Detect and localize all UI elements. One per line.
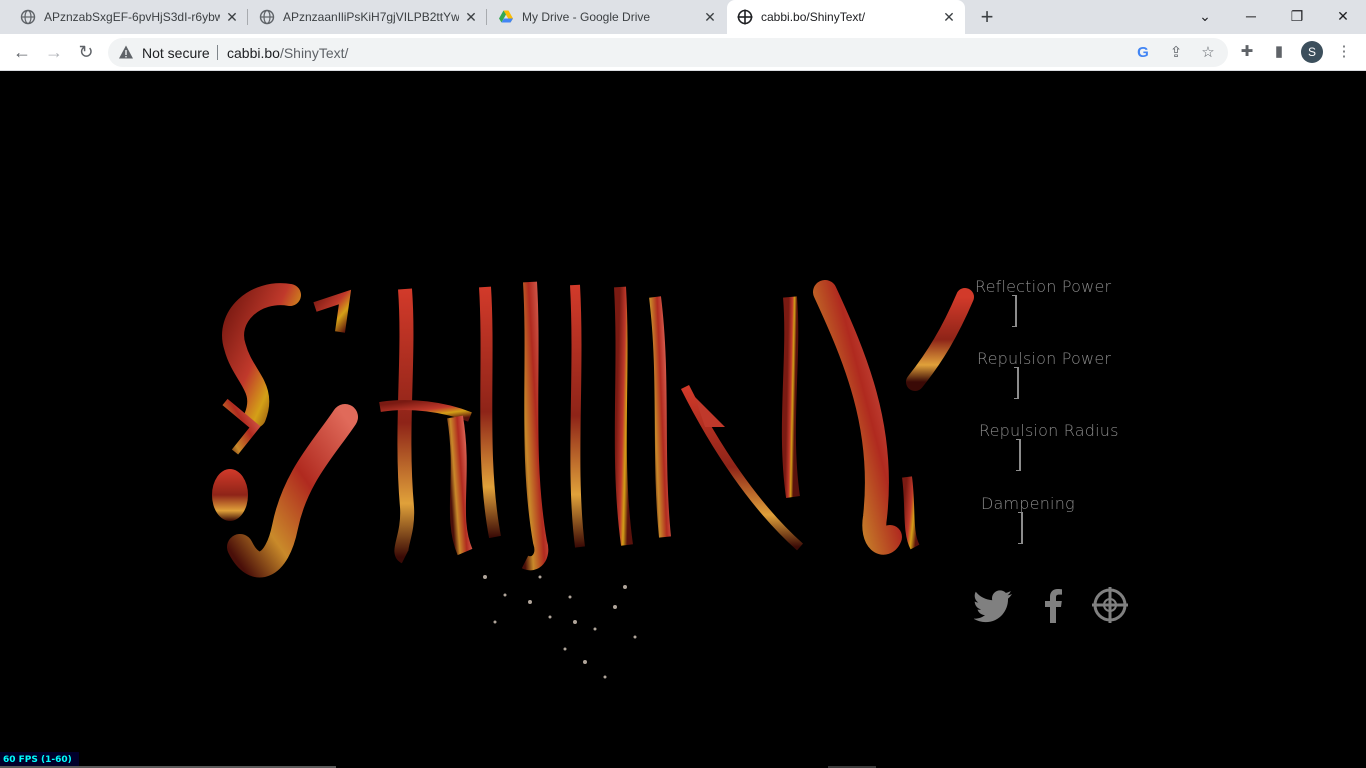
- new-tab-button[interactable]: +: [976, 6, 998, 28]
- letter-n-stroke: [649, 296, 671, 538]
- close-window-button[interactable]: ✕: [1331, 5, 1355, 27]
- letter-y-stroke: [813, 280, 902, 555]
- tab-separator: [486, 9, 487, 25]
- url-text[interactable]: cabbi.bo/ShinyText/: [227, 45, 348, 61]
- letter-y-stroke: [906, 288, 974, 391]
- letter-y-stroke: [902, 476, 920, 550]
- side-panel-icon[interactable]: ▮: [1269, 42, 1289, 62]
- letter-s-stroke: [222, 283, 301, 428]
- tab-title: APznzabSxgEF-6pvHjS3dI-r6ybw: [44, 10, 220, 24]
- globe-icon: [20, 9, 36, 25]
- reload-icon[interactable]: ↻: [74, 40, 98, 64]
- letter-h-stroke: [479, 286, 501, 539]
- letter-i-stroke: [570, 284, 585, 548]
- page-canvas[interactable]: Reflection Power Repulsion Power Repulsi…: [0, 72, 1366, 768]
- control-repulsion-radius[interactable]: Repulsion Radius: [979, 421, 1119, 471]
- letter-s-stroke: [227, 404, 358, 578]
- warning-icon[interactable]: [118, 44, 134, 60]
- particle-debris: [483, 575, 637, 679]
- crosshair-icon[interactable]: [1090, 585, 1130, 625]
- tab-4-active[interactable]: cabbi.bo/ShinyText/ ✕: [727, 0, 965, 34]
- share-icon[interactable]: ⇪: [1167, 44, 1185, 62]
- url-path: /ShinyText/: [279, 45, 349, 61]
- letter-s-stroke: [313, 289, 352, 333]
- slider-bracket[interactable]: [1018, 512, 1023, 544]
- control-dampening[interactable]: Dampening: [981, 494, 1075, 544]
- control-label: Repulsion Power: [977, 349, 1112, 368]
- letter-n-stroke: [781, 296, 800, 498]
- letter-s-blob: [212, 469, 248, 521]
- menu-kebab-icon[interactable]: ⋮: [1334, 42, 1354, 62]
- twitter-icon[interactable]: [974, 585, 1014, 625]
- tab-3[interactable]: My Drive - Google Drive ✕: [488, 0, 726, 34]
- close-icon[interactable]: ✕: [702, 9, 718, 25]
- tab-separator: [247, 9, 248, 25]
- control-repulsion-power[interactable]: Repulsion Power: [977, 349, 1112, 399]
- control-label: Repulsion Radius: [979, 421, 1119, 440]
- google-icon[interactable]: G: [1134, 44, 1152, 62]
- close-icon[interactable]: ✕: [224, 9, 240, 25]
- tab-2[interactable]: APznzaanIliPsKiH7gjVILPB2ttYwd ✕: [249, 0, 487, 34]
- facebook-icon[interactable]: [1033, 585, 1073, 625]
- letter-i-stroke: [521, 281, 549, 571]
- tab-title: My Drive - Google Drive: [522, 10, 651, 24]
- slider-bracket[interactable]: [1016, 439, 1021, 471]
- control-reflection-power[interactable]: Reflection Power: [975, 277, 1112, 327]
- divider: [217, 45, 218, 60]
- bookmark-star-icon[interactable]: ☆: [1199, 44, 1217, 62]
- restore-button[interactable]: ❐: [1285, 5, 1309, 27]
- control-label: Reflection Power: [975, 277, 1112, 296]
- tab-search-icon[interactable]: ⌄: [1193, 5, 1217, 27]
- close-icon[interactable]: ✕: [463, 9, 479, 25]
- letter-h-stroke: [447, 415, 473, 556]
- slider-bracket[interactable]: [1014, 367, 1019, 399]
- close-icon[interactable]: ✕: [941, 9, 957, 25]
- letter-h-stroke: [394, 288, 415, 564]
- crosshair-globe-icon: [737, 9, 753, 25]
- avatar[interactable]: S: [1301, 41, 1323, 63]
- tab-title: cabbi.bo/ShinyText/: [761, 10, 866, 24]
- security-label[interactable]: Not secure: [142, 45, 210, 61]
- tab-title: APznzaanIliPsKiH7gjVILPB2ttYwd: [283, 10, 459, 24]
- url-host: cabbi.bo: [227, 45, 280, 61]
- extensions-puzzle-icon[interactable]: ✚: [1237, 42, 1257, 62]
- letter-n-stroke: [614, 286, 633, 546]
- browser-toolbar: ← → ↻ Not secure cabbi.bo/ShinyText/ G ⇪…: [0, 34, 1366, 71]
- control-label: Dampening: [981, 494, 1075, 513]
- tab-strip: APznzabSxgEF-6pvHjS3dI-r6ybw ✕ APznzaanI…: [0, 0, 1366, 34]
- forward-arrow-icon[interactable]: →: [42, 40, 66, 64]
- back-arrow-icon[interactable]: ←: [10, 40, 34, 64]
- address-bar[interactable]: Not secure cabbi.bo/ShinyText/ G ⇪ ☆: [108, 38, 1228, 67]
- slider-bracket[interactable]: [1012, 295, 1017, 327]
- minimize-button[interactable]: ─: [1239, 5, 1263, 27]
- google-drive-icon: [499, 10, 513, 23]
- letter-h-stroke: [379, 400, 472, 422]
- shiny-text-artwork[interactable]: [195, 277, 985, 697]
- globe-icon: [259, 9, 275, 25]
- tab-1[interactable]: APznzabSxgEF-6pvHjS3dI-r6ybw ✕: [10, 0, 248, 34]
